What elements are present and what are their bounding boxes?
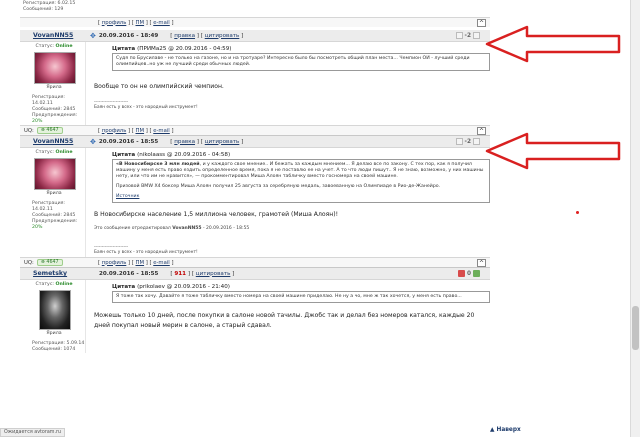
post-link-icon[interactable]: ✥ (90, 138, 96, 146)
quote-meta: (nikolaass @ 20.09.2016 - 04:58) (137, 152, 231, 158)
pm-link[interactable]: ПМ (136, 128, 145, 134)
vote-up-button[interactable] (473, 138, 480, 145)
user-rank: Ярила (46, 331, 62, 336)
online-status: Online (55, 44, 73, 49)
user-info: Статус: Online Ярила Регистрация: 5.09.1… (20, 280, 86, 353)
profile-link[interactable]: профиль (102, 128, 127, 134)
edit-link[interactable]: правка (174, 139, 195, 145)
avatar[interactable] (34, 52, 76, 84)
post-text: В Новосибирске население 1,5 миллиона че… (94, 211, 339, 218)
scrollbar[interactable] (630, 0, 640, 437)
message-count: Сообщений: 129 (23, 7, 64, 12)
email-link[interactable]: e-mail (153, 128, 170, 134)
user-rank: Ярила (46, 85, 62, 90)
reg-date: Регистрация: 14.02.11 (32, 95, 66, 106)
post-author[interactable]: VovanNN55 (20, 138, 90, 145)
uq-badge[interactable]: ⊕ 4647 (36, 259, 63, 266)
post-text: Вообще то он не олимпийский чемпион. (94, 83, 224, 90)
vote-up-button[interactable] (473, 270, 480, 277)
uq-label: UQ: (24, 127, 34, 134)
post: Semetsky 20.09.2016 - 18:55 [ 911 ] [ ци… (20, 268, 490, 353)
post-date: 20.09.2016 - 18:49 (98, 32, 159, 39)
annotation-arrow-2 (485, 132, 621, 170)
vote-score: -2 (464, 32, 471, 39)
vote-down-button[interactable] (455, 32, 463, 39)
previous-post-fragment: Регистрация: 6.02.15 Сообщений: 129 [ пр… (20, 0, 490, 30)
signature: Баян есть у всех - это народный инструме… (94, 250, 198, 255)
quote-meta: (prikolaev @ 20.09.2016 - 21:40) (137, 284, 230, 290)
post-author[interactable]: Semetsky (20, 270, 90, 277)
post-author[interactable]: VovanNN55 (20, 32, 90, 39)
quote-title: Цитата (112, 152, 136, 158)
warnings-value: 20% (32, 119, 43, 124)
online-status: Online (55, 282, 73, 287)
online-status: Online (55, 150, 73, 155)
quote-title: Цитата (112, 46, 136, 52)
quote-title: Цитата (112, 284, 136, 290)
quote-text-2: Призовой BMW X4 боксер Миша Алоян получи… (116, 184, 441, 189)
pm-link[interactable]: ПМ (136, 20, 145, 26)
reg-date: Регистрация: 14.02.11 (32, 201, 66, 212)
quote-box: Судя по Брусилаве - не только на газоне,… (112, 53, 490, 71)
quote-bold: «В Новосибирске 3 млн людей (116, 162, 200, 167)
annotation-arrow-1 (485, 25, 621, 63)
vote-up-button[interactable] (473, 32, 480, 39)
forum-thread: Регистрация: 6.02.15 Сообщений: 129 [ пр… (20, 0, 490, 353)
uq-badge[interactable]: ⊕ 4647 (36, 127, 63, 134)
user-info: Статус: Online Ярила Регистрация: 14.02.… (20, 148, 86, 257)
scroll-thumb[interactable] (632, 306, 639, 350)
post-count-link[interactable]: 911 (174, 271, 186, 277)
warnings-label: Предупреждения: (32, 113, 78, 118)
vote-score: 0 (466, 270, 471, 277)
vote-down-button[interactable] (457, 270, 465, 277)
profile-link[interactable]: профиль (102, 260, 127, 266)
quote-link[interactable]: цитировать (205, 139, 240, 145)
vote-down-button[interactable] (455, 138, 463, 145)
email-link[interactable]: e-mail (153, 20, 170, 26)
browser-status-bar: Ожидается avtoram.ru (0, 428, 65, 437)
message-count: Сообщений: 1074 (32, 347, 76, 352)
signature: Баян есть у всех - это народный инструме… (94, 105, 198, 110)
quote-box: Я тоже так хочу. Давайте я тоже табличку… (112, 291, 490, 303)
user-rank: Ярила (46, 191, 62, 196)
post: VovanNN55 ✥ 20.09.2016 - 18:55 [ правка … (20, 136, 490, 268)
post-date: 20.09.2016 - 18:55 (99, 270, 159, 277)
quote-meta: (ПРИМа25 @ 20.09.2016 - 04:59) (137, 46, 232, 52)
warnings-label: Предупреждения: (32, 219, 78, 224)
post-date: 20.09.2016 - 18:55 (98, 138, 159, 145)
post: VovanNN55 ✥ 20.09.2016 - 18:49 [ правка … (20, 30, 490, 136)
edit-link[interactable]: правка (174, 33, 195, 39)
uq-label: UQ: (24, 259, 34, 266)
post-text: Можешь только 10 дней, после покупки в с… (94, 312, 475, 329)
source-link[interactable]: Источник (116, 194, 486, 200)
profile-link[interactable]: профиль (102, 20, 127, 26)
edit-note: Это сообщение отредактировал VovanNN55 -… (94, 226, 250, 231)
post-link-icon[interactable]: ✥ (90, 32, 96, 40)
quote-link[interactable]: цитировать (196, 271, 231, 277)
vote-score: -2 (464, 138, 471, 145)
email-link[interactable]: e-mail (153, 260, 170, 266)
warnings-value: 20% (32, 225, 43, 230)
red-dot (576, 211, 579, 214)
user-info: Статус: Online Ярила Регистрация: 14.02.… (20, 42, 86, 125)
back-to-top-link[interactable]: ▲ Наверх (490, 427, 521, 433)
avatar[interactable] (34, 158, 76, 190)
quote-link[interactable]: цитировать (205, 33, 240, 39)
scroll-up-button[interactable]: ^ (477, 258, 486, 267)
pm-link[interactable]: ПМ (136, 260, 145, 266)
avatar[interactable] (39, 290, 71, 330)
quote-box: «В Новосибирске 3 млн людей, и у каждого… (112, 159, 490, 203)
